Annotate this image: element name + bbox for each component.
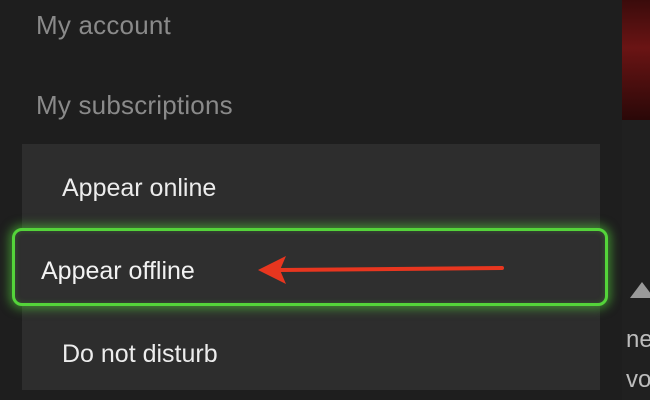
option-appear-online[interactable]: Appear online	[62, 174, 216, 203]
option-appear-offline-label: Appear offline	[41, 257, 195, 285]
menu-item-my-account[interactable]: My account	[36, 10, 171, 41]
background-content: ne vo	[622, 0, 650, 400]
triangle-icon	[630, 282, 650, 298]
red-arrow-annotation-icon	[258, 256, 504, 284]
guide-menu-panel: My account My subscriptions Appear onlin…	[0, 0, 622, 400]
background-text-2: vo	[626, 366, 650, 393]
background-text-1: ne	[626, 326, 650, 353]
screen: ne vo My account My subscriptions Appear…	[0, 0, 650, 400]
option-do-not-disturb[interactable]: Do not disturb	[62, 340, 218, 369]
menu-item-my-subscriptions[interactable]: My subscriptions	[36, 90, 233, 121]
background-image	[622, 0, 650, 120]
